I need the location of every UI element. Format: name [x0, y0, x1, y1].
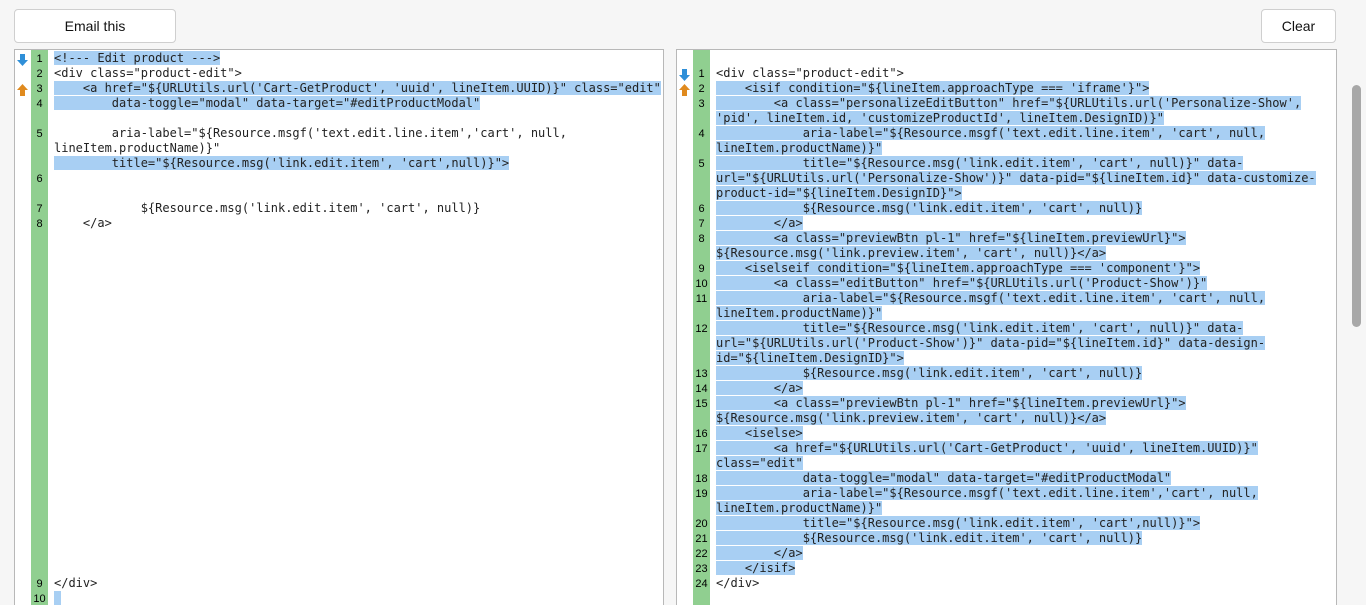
code-text: aria-label="${Resource.msgf('text.edit.l…: [716, 126, 1266, 155]
line-number: 6: [698, 203, 705, 215]
code-text: <a href="${URLUtils.url('Cart-GetProduct…: [54, 81, 661, 95]
line-number: 3: [36, 83, 43, 95]
code-text: ${Resource.msg('link.edit.item', 'cart',…: [716, 201, 1143, 215]
line-number: 2: [36, 68, 43, 80]
code-text: <iselse>: [716, 426, 803, 440]
line-number: 5: [36, 128, 43, 140]
code-text: <a class="previewBtn pl-1" href="${lineI…: [716, 231, 1186, 260]
line-number: 3: [698, 98, 705, 110]
line-number: 21: [695, 533, 708, 545]
line-number: 8: [698, 233, 705, 245]
code-text: aria-label="${Resource.msgf('text.edit.l…: [54, 126, 567, 155]
line-number: 17: [695, 443, 708, 455]
line-number: 10: [33, 593, 46, 605]
next-change-arrow-icon[interactable]: [679, 68, 690, 81]
line-number: 1: [36, 53, 43, 65]
line-number: 4: [36, 98, 43, 110]
line-number: 16: [695, 428, 708, 440]
code-text: </isif>: [716, 561, 796, 575]
line-number: 5: [698, 158, 705, 170]
code-text: aria-label="${Resource.msgf('text.edit.l…: [716, 486, 1258, 515]
page-scrollbar-thumb[interactable]: [1352, 85, 1361, 327]
line-number: 22: [695, 548, 708, 560]
code-text: </div>: [54, 576, 98, 590]
code-text: data-toggle="modal" data-target="#editPr…: [716, 471, 1172, 485]
line-number: 1: [698, 68, 705, 80]
right-diff-pane[interactable]: 1 <div class="product-edit"> 2 <isif condi…: [676, 49, 1337, 605]
clear-all-button[interactable]: Clear all: [1261, 9, 1336, 66]
prev-change-arrow-icon[interactable]: [17, 83, 28, 96]
line-number: 8: [36, 218, 43, 230]
code-text: title="${Resource.msg('link.edit.item', …: [716, 516, 1201, 530]
line-number: 6: [36, 173, 43, 185]
code-text: <isif condition="${lineItem.approachType…: [716, 81, 1150, 95]
prev-change-arrow-icon[interactable]: [679, 83, 690, 96]
line-number: 20: [695, 518, 708, 530]
code-text: ${Resource.msg('link.edit.item', 'cart',…: [716, 531, 1143, 545]
line-number: 23: [695, 563, 708, 575]
line-number: 9: [698, 263, 705, 275]
code-text: </a>: [54, 216, 112, 230]
code-text: <div class="product-edit">: [716, 66, 904, 80]
line-number: 12: [695, 323, 708, 335]
left-gutter: [15, 50, 31, 605]
line-number: 18: [695, 473, 708, 485]
code-text: <a class="personalizeEditButton" href="$…: [716, 96, 1302, 125]
code-text: <a class="previewBtn pl-1" href="${lineI…: [716, 396, 1186, 425]
line-number: 2: [698, 83, 705, 95]
right-gutter: [677, 50, 693, 605]
line-number: 14: [695, 383, 708, 395]
line-number: 4: [698, 128, 705, 140]
line-number: 9: [36, 578, 43, 590]
line-number: 7: [36, 203, 43, 215]
code-text: title="${Resource.msg('link.edit.item', …: [54, 156, 510, 170]
next-change-arrow-icon[interactable]: [17, 53, 28, 66]
code-text: <a href="${URLUtils.url('Cart-GetProduct…: [716, 441, 1258, 470]
code-text: <iselseif condition="${lineItem.approach…: [716, 261, 1201, 275]
code-text: </a>: [716, 381, 803, 395]
code-text: aria-label="${Resource.msgf('text.edit.l…: [716, 291, 1266, 320]
line-number: 10: [695, 278, 708, 290]
code-text: title="${Resource.msg('link.edit.item', …: [716, 156, 1316, 200]
code-text: <a class="editButton" href="${URLUtils.u…: [716, 276, 1208, 290]
code-text: title="${Resource.msg('link.edit.item', …: [716, 321, 1266, 365]
code-text: [54, 591, 661, 605]
line-number: 19: [695, 488, 708, 500]
code-text: <div class="product-edit">: [54, 66, 242, 80]
code-text: ${Resource.msg('link.edit.item', 'cart',…: [716, 366, 1143, 380]
line-number: 11: [695, 293, 708, 305]
line-number: 7: [698, 218, 705, 230]
line-number: 24: [695, 578, 708, 590]
line-number: 15: [695, 398, 708, 410]
email-comparison-button[interactable]: Email this comparison: [14, 9, 176, 66]
code-text: ${Resource.msg('link.edit.item', 'cart',…: [54, 201, 481, 215]
left-diff-pane[interactable]: 1 <!--- Edit product ---> 2 <div class="pro…: [14, 49, 664, 605]
code-text: </div>: [716, 576, 760, 590]
code-text: </a>: [716, 546, 803, 560]
code-text: <!--- Edit product --->: [54, 51, 221, 65]
code-text: </a>: [716, 216, 803, 230]
code-text: data-toggle="modal" data-target="#editPr…: [54, 96, 481, 110]
line-number: 13: [695, 368, 708, 380]
